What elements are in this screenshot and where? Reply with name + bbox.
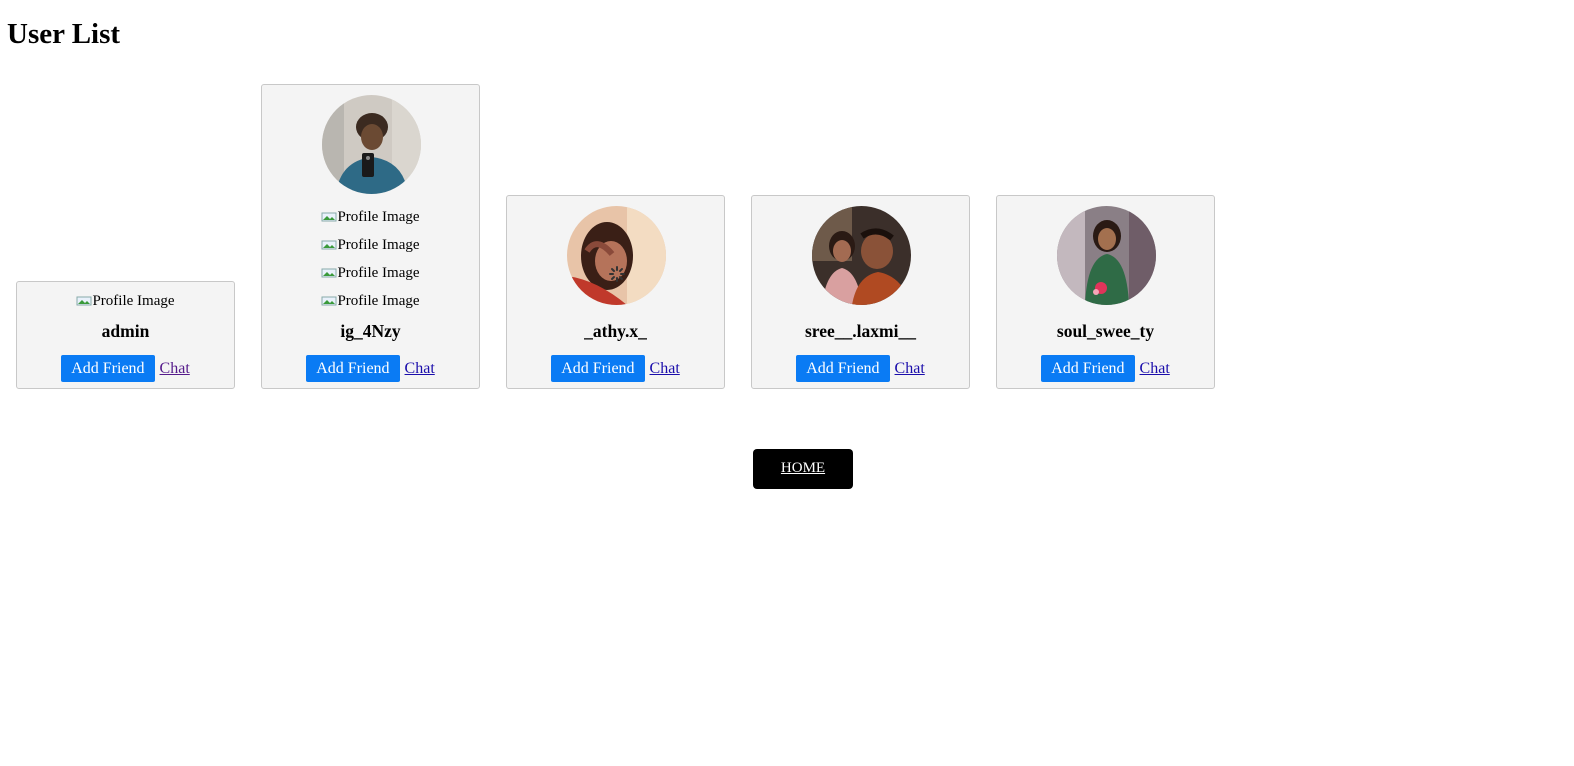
- user-card-sree-laxmi: sree__.laxmi__ Add Friend Chat: [751, 195, 970, 389]
- username: ig_4Nzy: [340, 321, 401, 341]
- chat-link[interactable]: Chat: [1140, 360, 1170, 377]
- username: _athy.x_: [584, 321, 647, 341]
- add-friend-button[interactable]: Add Friend: [1041, 355, 1135, 382]
- avatar: [322, 95, 421, 194]
- avatar: [1057, 206, 1156, 305]
- profile-image-broken: Profile Image: [262, 264, 479, 282]
- broken-image-icon: [321, 209, 337, 222]
- profile-image-broken: Profile Image: [262, 236, 479, 254]
- card-actions: Add Friend Chat: [507, 355, 724, 382]
- card-actions: Add Friend Chat: [17, 355, 234, 382]
- username: sree__.laxmi__: [805, 321, 916, 341]
- username: admin: [101, 321, 150, 341]
- avatar: [812, 206, 911, 305]
- add-friend-button[interactable]: Add Friend: [306, 355, 400, 382]
- add-friend-button[interactable]: Add Friend: [61, 355, 155, 382]
- card-actions: Add Friend Chat: [262, 355, 479, 382]
- card-actions: Add Friend Chat: [997, 355, 1214, 382]
- username: soul_swee_ty: [1056, 321, 1155, 341]
- profile-image-broken: Profile Image: [262, 292, 479, 310]
- add-friend-button[interactable]: Add Friend: [796, 355, 890, 382]
- broken-image-icon: [321, 293, 337, 306]
- card-actions: Add Friend Chat: [752, 355, 969, 382]
- broken-image-icon: [76, 293, 92, 306]
- add-friend-button[interactable]: Add Friend: [551, 355, 645, 382]
- profile-image-broken: Profile Image: [17, 292, 234, 310]
- chat-link[interactable]: Chat: [650, 360, 680, 377]
- broken-image-icon: [321, 237, 337, 250]
- profile-image-broken: Profile Image: [262, 208, 479, 226]
- chat-link[interactable]: Chat: [895, 360, 925, 377]
- home-button[interactable]: HOME: [753, 449, 853, 489]
- user-card-ig_4Nzy: Profile Image Profile Image Profile Imag…: [261, 84, 480, 389]
- broken-image-icon: [321, 265, 337, 278]
- user-card-soul-swee-ty: soul_swee_ty Add Friend Chat: [996, 195, 1215, 389]
- user-card-admin: Profile Image admin Add Friend Chat: [16, 281, 235, 389]
- chat-link[interactable]: Chat: [405, 360, 435, 377]
- avatar: [567, 206, 666, 305]
- user-card-athy: _athy.x_ Add Friend Chat: [506, 195, 725, 389]
- chat-link[interactable]: Chat: [160, 360, 190, 377]
- page-title: User List: [7, 18, 121, 50]
